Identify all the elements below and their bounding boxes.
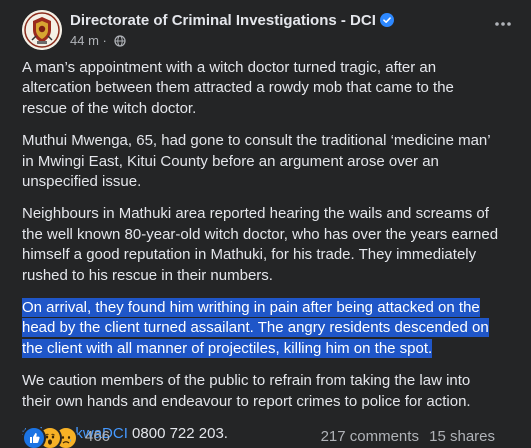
post-header: Directorate of Criminal Investigations -… <box>22 10 517 50</box>
engagement-counts: 217 comments 15 shares <box>321 428 495 445</box>
dci-logo-avatar[interactable] <box>22 10 62 50</box>
post-author-name[interactable]: Directorate of Criminal Investigations -… <box>70 12 394 31</box>
post-paragraph: We caution members of the public to refr… <box>22 372 471 410</box>
author-name-text[interactable]: Directorate of Criminal Investigations -… <box>70 12 376 29</box>
post-paragraph: Neighbours in Mathuki area reported hear… <box>22 205 499 284</box>
post-paragraph: Muthui Mwenga, 65, had gone to consult t… <box>22 132 491 191</box>
selected-text: On arrival, they found him writhing in p… <box>22 298 489 358</box>
like-reaction-icon <box>22 426 46 448</box>
post-paragraph: A man’s appointment with a witch doctor … <box>22 59 454 117</box>
verified-badge-icon <box>379 13 394 31</box>
post-body: A man’s appointment with a witch doctor … <box>22 58 500 448</box>
post-meta: 44 m · <box>70 33 126 50</box>
comments-count[interactable]: 217 comments <box>321 428 419 445</box>
post-timestamp[interactable]: 44 m <box>70 33 99 48</box>
facebook-post: Directorate of Criminal Investigations -… <box>0 0 531 448</box>
more-options-icon[interactable] <box>489 10 517 38</box>
shares-count[interactable]: 15 shares <box>429 428 495 445</box>
meta-separator: · <box>102 33 107 48</box>
globe-icon <box>113 35 126 50</box>
post-footer: 466 217 comments 15 shares <box>22 426 495 448</box>
reaction-count[interactable]: 466 <box>85 428 110 445</box>
highlighted-paragraph: On arrival, they found him writhing in p… <box>22 298 500 359</box>
